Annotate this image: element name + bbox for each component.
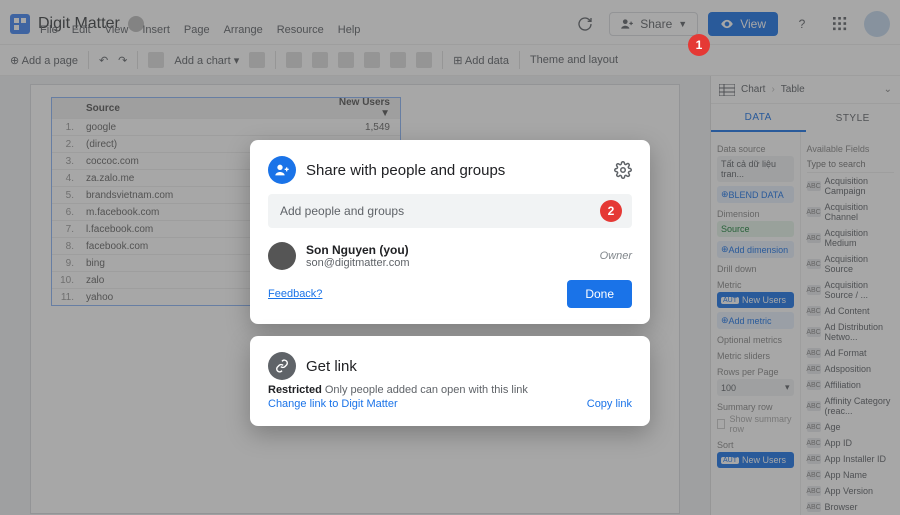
add-people-placeholder: Add people and groups	[280, 204, 404, 218]
owner-email: son@digitmatter.com	[306, 257, 410, 269]
owner-avatar	[268, 242, 296, 270]
get-link-title: Get link	[306, 358, 632, 375]
restricted-label: Restricted	[268, 384, 322, 396]
link-icon	[268, 352, 296, 380]
restricted-text: Only people added can open with this lin…	[322, 384, 528, 396]
owner-role: Owner	[600, 250, 632, 262]
annotation-2: 2	[600, 200, 622, 222]
share-dialog: Share with people and groups Add people …	[250, 140, 650, 324]
get-link-card: Get link Restricted Only people added ca…	[250, 336, 650, 426]
people-icon	[268, 156, 296, 184]
share-dialog-title: Share with people and groups	[306, 162, 604, 179]
done-button[interactable]: Done	[567, 280, 632, 308]
owner-name: Son Nguyen (you)	[306, 243, 410, 257]
copy-link-button[interactable]: Copy link	[587, 398, 632, 410]
gear-icon[interactable]	[614, 161, 632, 179]
annotation-1: 1	[688, 34, 710, 56]
feedback-link[interactable]: Feedback?	[268, 288, 322, 300]
change-link[interactable]: Change link to Digit Matter	[268, 398, 398, 410]
add-people-input[interactable]: Add people and groups 2	[268, 194, 632, 228]
